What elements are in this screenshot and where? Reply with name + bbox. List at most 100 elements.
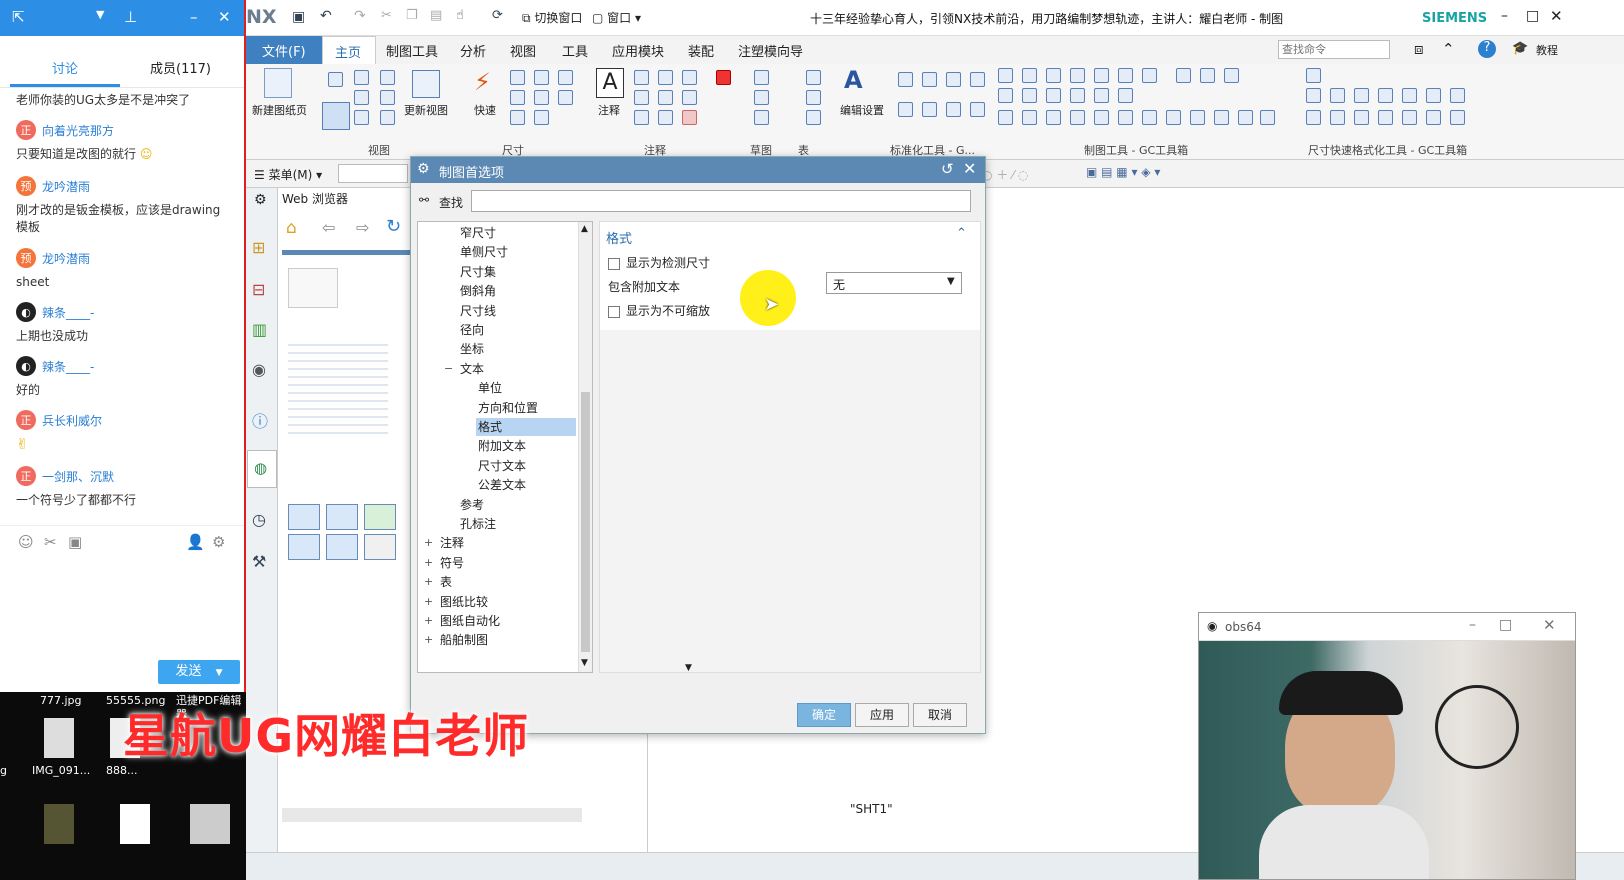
new-sheet-button[interactable]: 新建图纸页 — [252, 102, 307, 118]
emoji-icon[interactable]: ☺ — [18, 533, 34, 551]
format-tool-icon[interactable] — [1402, 88, 1417, 103]
append-text-dropdown[interactable]: 无 ▼ — [826, 272, 962, 294]
drafting-tool-icon[interactable] — [998, 68, 1013, 83]
update-view-button[interactable]: 更新视图 — [404, 102, 448, 118]
view-icon[interactable] — [354, 70, 369, 85]
touch-icon[interactable]: ☝ — [456, 8, 464, 23]
drafting-tool-icon[interactable] — [1142, 110, 1157, 125]
expand-icon[interactable]: + — [424, 593, 433, 611]
drafting-tool-icon[interactable] — [1142, 68, 1157, 83]
annotation-icon[interactable] — [634, 90, 649, 105]
tree-item[interactable]: 表 — [438, 573, 576, 591]
edit-settings-button[interactable]: 编辑设置 — [840, 102, 884, 118]
expand-icon[interactable]: ▼ — [685, 663, 692, 673]
tab-analysis[interactable]: 分析 — [460, 41, 486, 60]
drafting-tool-icon[interactable] — [1046, 110, 1061, 125]
redo-icon[interactable]: ↷ — [354, 8, 366, 24]
drafting-tool-icon[interactable] — [1046, 88, 1061, 103]
tree-item[interactable]: 公差文本 — [476, 476, 576, 494]
tree-item[interactable]: 径向 — [458, 321, 576, 339]
drafting-tool-icon[interactable] — [1022, 110, 1037, 125]
document-icon[interactable] — [120, 804, 150, 844]
standard-tool-icon[interactable] — [922, 72, 937, 87]
table-icon[interactable] — [806, 70, 821, 85]
home-icon[interactable]: ⌂ — [286, 218, 297, 238]
scissors-icon[interactable]: ✂ — [44, 533, 57, 551]
drafting-tool-icon[interactable] — [1070, 68, 1085, 83]
tree-item[interactable]: 注释 — [438, 534, 576, 552]
tree-item[interactable]: 方向和位置 — [476, 399, 576, 417]
note-button[interactable]: 注释 — [598, 102, 620, 118]
rapid-dimension-icon[interactable]: ⚡ — [474, 68, 491, 96]
annotation-icon[interactable] — [658, 70, 673, 85]
expand-icon[interactable]: + — [424, 573, 433, 591]
scroll-up-icon[interactable]: ▲ — [581, 224, 588, 234]
command-search-input[interactable] — [1278, 40, 1390, 59]
back-icon[interactable]: ⇦ — [322, 218, 335, 237]
drafting-tool-icon[interactable] — [1094, 110, 1109, 125]
share-icon[interactable]: ⇱ — [12, 8, 25, 26]
copy-icon[interactable]: ❐ — [406, 8, 418, 23]
tab-file[interactable]: 文件(F) — [246, 36, 322, 64]
image-icon[interactable] — [44, 804, 74, 844]
repeat-icon[interactable]: ⟳ — [492, 8, 503, 23]
drafting-tool-icon[interactable] — [1238, 110, 1253, 125]
minimize-icon[interactable]: – — [1469, 617, 1476, 633]
image-icon[interactable]: ▣ — [68, 533, 82, 551]
drafting-tool-icon[interactable] — [1200, 68, 1215, 83]
expand-icon[interactable]: + — [424, 554, 433, 572]
drafting-tool-icon[interactable] — [1022, 88, 1037, 103]
sketch-icon[interactable] — [754, 110, 769, 125]
tab-discussion[interactable]: 讨论 — [52, 58, 78, 77]
edit-settings-icon[interactable]: A — [844, 66, 863, 94]
tree-item[interactable]: 孔标注 — [458, 515, 576, 533]
base-view-icon[interactable] — [322, 102, 350, 130]
drafting-tool-icon[interactable] — [1046, 68, 1061, 83]
snap-icon[interactable]: ○ ＋ ⁄ ◌ — [982, 166, 1028, 183]
tutorial-label[interactable]: 教程 — [1536, 42, 1558, 58]
tree-scrollbar[interactable]: ▲ ▼ — [578, 222, 592, 672]
tool-icon[interactable] — [326, 504, 358, 530]
format-tool-icon[interactable] — [1450, 88, 1465, 103]
format-tool-icon[interactable] — [1426, 110, 1441, 125]
tree-item[interactable]: 文本 — [458, 360, 576, 378]
format-tool-icon[interactable] — [1306, 68, 1321, 83]
chat-user[interactable]: ◐ 辣条____- — [16, 356, 94, 376]
view-icon[interactable] — [380, 110, 395, 125]
tree-item[interactable]: 单侧尺寸 — [458, 243, 576, 261]
tab-home[interactable]: 主页 — [322, 36, 376, 64]
annotation-icon[interactable] — [658, 90, 673, 105]
tree-item[interactable]: 尺寸线 — [458, 302, 576, 320]
chat-user[interactable]: 正向着光亮那方 — [16, 120, 114, 140]
desktop-file[interactable]: g — [0, 764, 7, 777]
tool-icon[interactable] — [326, 534, 358, 560]
drafting-tool-icon[interactable] — [1118, 68, 1133, 83]
tree-item[interactable]: 倒斜角 — [458, 282, 576, 300]
minimize-icon[interactable]: – — [190, 8, 198, 26]
chat-user[interactable]: ◐ 辣条____- — [16, 302, 94, 322]
maximize-icon[interactable]: □ — [1526, 8, 1539, 24]
tool-icon[interactable] — [288, 534, 320, 560]
tool-icon[interactable] — [364, 504, 396, 530]
tree-item[interactable]: 图纸比较 — [438, 593, 576, 611]
refresh-icon[interactable]: ↻ — [386, 216, 401, 237]
tree-item[interactable]: 船舶制图 — [438, 631, 576, 649]
window-menu-button[interactable]: ▢ 窗口 ▾ — [592, 9, 641, 26]
apply-button[interactable]: 应用 — [855, 703, 909, 727]
table-icon[interactable] — [806, 90, 821, 105]
tool-icon[interactable] — [364, 534, 396, 560]
pin-icon[interactable]: ⊥ — [124, 8, 137, 26]
dimension-icon[interactable] — [534, 70, 549, 85]
format-tool-icon[interactable] — [1306, 88, 1321, 103]
reset-icon[interactable]: ↺ — [941, 160, 954, 178]
annotation-icon[interactable] — [682, 70, 697, 85]
desktop-file[interactable]: 777.jpg — [40, 694, 82, 707]
dimension-icon[interactable] — [510, 70, 525, 85]
chat-user[interactable]: 预龙吟潜雨 — [16, 176, 90, 196]
forward-icon[interactable]: ⇨ — [356, 218, 369, 237]
help-icon[interactable]: ? — [1478, 40, 1496, 58]
rapid-dimension-button[interactable]: 快速 — [474, 102, 496, 118]
roles-icon[interactable]: ⚒ — [252, 552, 266, 571]
filter-dropdown[interactable] — [338, 164, 408, 183]
drafting-tool-icon[interactable] — [1118, 88, 1133, 103]
